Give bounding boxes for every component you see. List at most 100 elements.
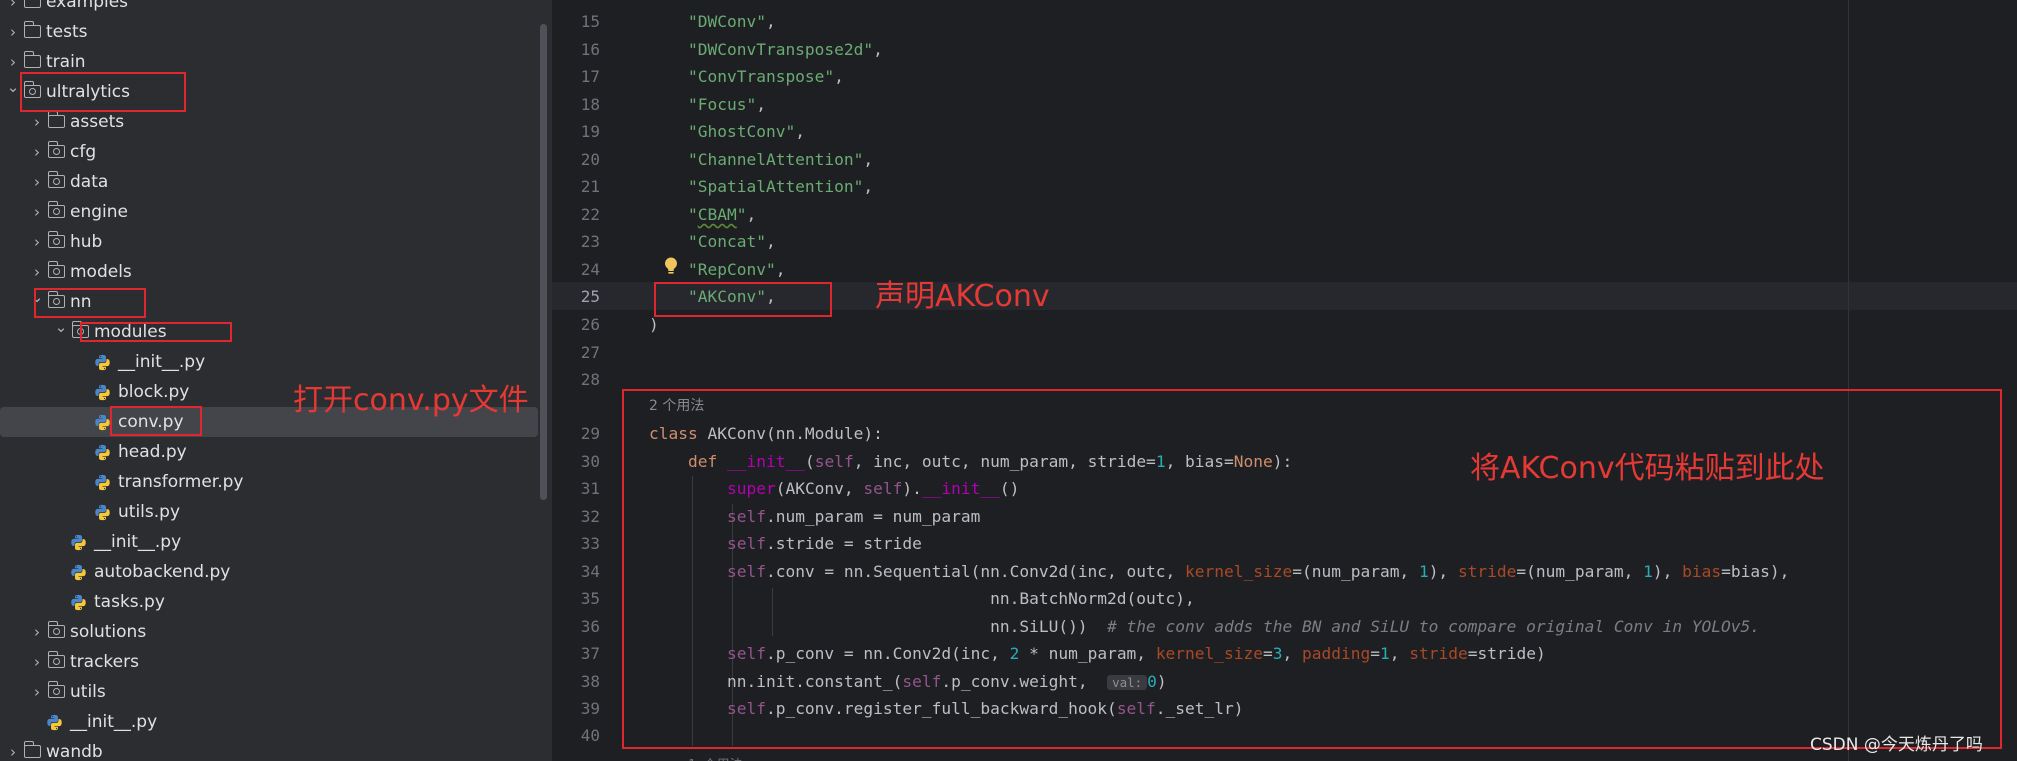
line-number: 25 xyxy=(580,287,600,306)
chevron-right-icon[interactable]: › xyxy=(6,17,20,47)
line-number: 38 xyxy=(580,672,600,691)
tree-item-init-py[interactable]: __init__.py xyxy=(0,347,538,377)
tree-item-label: utils xyxy=(70,682,106,702)
line-number: 40 xyxy=(580,726,600,745)
python-file-icon xyxy=(46,714,63,731)
string-literal: "RepConv" xyxy=(687,260,776,279)
tree-item-head-py[interactable]: head.py xyxy=(0,437,538,467)
chevron-right-icon[interactable]: › xyxy=(30,617,44,647)
string-literal: "SpatialAttention" xyxy=(687,177,864,196)
code-line-15: "DWConv", xyxy=(687,12,776,31)
tree-item-label: trackers xyxy=(70,652,139,672)
python-file-icon xyxy=(94,504,111,521)
package-folder-icon xyxy=(47,171,65,188)
chevron-right-icon[interactable]: › xyxy=(30,677,44,707)
line-number: 22 xyxy=(580,205,600,224)
tree-item-label: utils.py xyxy=(118,502,180,522)
line-number: 17 xyxy=(580,67,600,86)
annotation-box-conv-py xyxy=(110,406,202,436)
tree-item-cfg[interactable]: › cfg xyxy=(0,137,538,167)
python-file-icon xyxy=(94,444,111,461)
string-literal: "Focus" xyxy=(687,95,757,114)
tree-item-init-py[interactable]: __init__.py xyxy=(0,707,538,737)
code-line-19: "GhostConv", xyxy=(687,122,805,141)
package-folder-icon xyxy=(47,201,65,218)
tree-item-engine[interactable]: › engine xyxy=(0,197,538,227)
line-number: 21 xyxy=(580,177,600,196)
string-literal: "Concat" xyxy=(687,232,766,251)
chevron-right-icon[interactable]: › xyxy=(6,0,20,17)
chevron-right-icon[interactable]: › xyxy=(6,47,20,77)
tree-item-examples[interactable]: › examples xyxy=(0,0,538,17)
code-line-20: "ChannelAttention", xyxy=(687,150,874,169)
project-tree-scrollbar[interactable] xyxy=(539,0,549,761)
tree-item-label: block.py xyxy=(118,382,190,402)
chevron-right-icon[interactable]: › xyxy=(30,227,44,257)
line-number: 16 xyxy=(580,40,600,59)
tree-item-label: tasks.py xyxy=(94,592,165,612)
tree-item-models[interactable]: › models xyxy=(0,257,538,287)
line-number: 36 xyxy=(580,617,600,636)
string-literal: "DWConvTranspose2d" xyxy=(687,40,874,59)
line-number: 34 xyxy=(580,562,600,581)
tree-item-label: autobackend.py xyxy=(94,562,231,582)
tree-item-trackers[interactable]: › trackers xyxy=(0,647,538,677)
line-number: 37 xyxy=(580,644,600,663)
tree-item-label: transformer.py xyxy=(118,472,244,492)
code-line-23: "Concat", xyxy=(687,232,776,251)
line-number: 39 xyxy=(580,699,600,718)
tree-item-utils[interactable]: › utils xyxy=(0,677,538,707)
folder-icon xyxy=(24,0,41,8)
python-file-icon xyxy=(70,564,87,581)
annotation-box-ultralytics xyxy=(20,72,186,112)
tree-item-autobackend-py[interactable]: autobackend.py xyxy=(0,557,538,587)
annotation-box-paste-area xyxy=(622,389,2002,749)
chevron-right-icon[interactable]: › xyxy=(6,737,20,761)
tree-item-transformer-py[interactable]: transformer.py xyxy=(0,467,538,497)
tree-item-data[interactable]: › data xyxy=(0,167,538,197)
chevron-down-icon[interactable]: ⌄ xyxy=(6,77,20,107)
tree-item-init-py[interactable]: __init__.py xyxy=(0,527,538,557)
folder-icon xyxy=(47,111,65,128)
annotation-box-nn xyxy=(34,288,146,318)
scrollbar-thumb[interactable] xyxy=(540,24,547,500)
tree-item-utils-py[interactable]: utils.py xyxy=(0,497,538,527)
package-folder-icon xyxy=(47,231,65,248)
chevron-right-icon[interactable]: › xyxy=(30,197,44,227)
chevron-right-icon[interactable]: › xyxy=(30,257,44,287)
chevron-right-icon[interactable]: › xyxy=(30,137,44,167)
string-literal: "ChannelAttention" xyxy=(687,150,864,169)
python-file-icon xyxy=(70,594,87,611)
tree-item-label: engine xyxy=(70,202,128,222)
tree-item-tests[interactable]: › tests xyxy=(0,17,538,47)
annotation-box-modules xyxy=(80,322,232,342)
chevron-right-icon[interactable]: › xyxy=(30,647,44,677)
line-number: 26 xyxy=(580,315,600,334)
python-file-icon xyxy=(94,384,111,401)
python-file-icon xyxy=(94,414,111,431)
chevron-down-icon[interactable]: ⌄ xyxy=(54,317,68,347)
package-folder-icon xyxy=(47,261,65,278)
package-folder-icon xyxy=(47,651,65,668)
tree-item-tasks-py[interactable]: tasks.py xyxy=(0,587,538,617)
python-file-icon xyxy=(94,474,111,491)
tree-item-wandb[interactable]: › wandb xyxy=(0,737,538,761)
tree-item-label: __init__.py xyxy=(94,532,182,552)
tree-item-label: models xyxy=(70,262,132,282)
code-editor[interactable]: 15 16 17 18 19 20 21 22 23 24 25 26 27 28 29 30 31 32 33 34… xyxy=(552,0,2017,761)
tree-item-label: data xyxy=(70,172,109,192)
string-literal: "ConvTranspose" xyxy=(687,67,835,86)
typo-underlined-word: CBAM xyxy=(697,205,737,224)
line-number: 31 xyxy=(580,479,600,498)
tree-item-hub[interactable]: › hub xyxy=(0,227,538,257)
tree-item-label: examples xyxy=(46,0,129,12)
annotation-paste-here: 将AKConv代码粘贴到此处 xyxy=(1470,451,1825,486)
tree-item-label: hub xyxy=(70,232,103,252)
tree-item-label: __init__.py xyxy=(70,712,158,732)
tree-item-label: head.py xyxy=(118,442,187,462)
tree-item-solutions[interactable]: › solutions xyxy=(0,617,538,647)
folder-icon xyxy=(23,21,41,38)
python-file-icon xyxy=(70,534,87,551)
chevron-right-icon[interactable]: › xyxy=(30,167,44,197)
annotation-box-akconv-decl xyxy=(654,282,832,317)
